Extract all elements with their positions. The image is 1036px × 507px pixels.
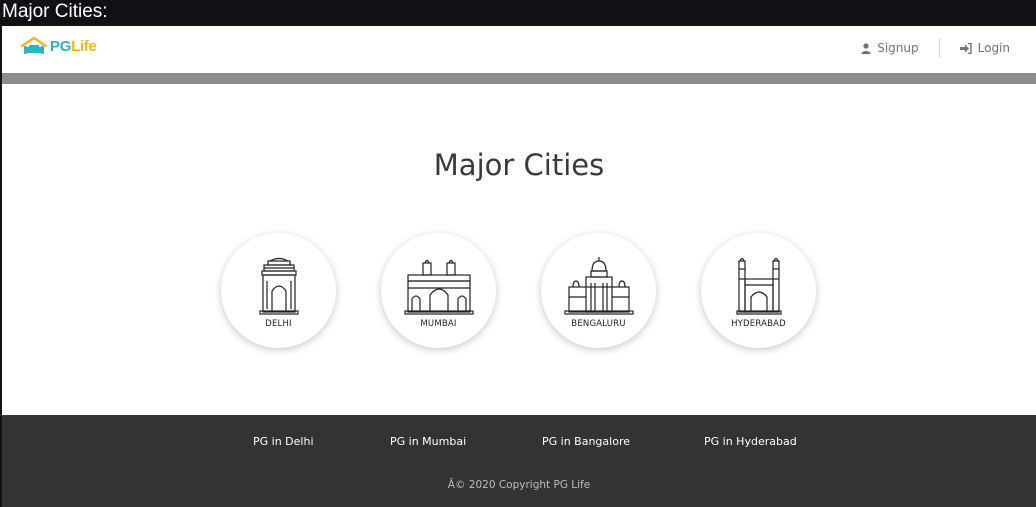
nav-divider xyxy=(938,38,940,58)
city-label-hyderabad: HYDERABAD xyxy=(731,319,786,329)
window-title: Major Cities: xyxy=(2,1,108,22)
city-card-delhi[interactable]: DELHI xyxy=(221,233,336,348)
nav-actions: Signup Login xyxy=(851,38,1020,58)
india-gate-icon xyxy=(258,257,299,315)
copyright-text: Â© 2020 Copyright PG Life xyxy=(447,479,591,491)
house-logo-icon xyxy=(20,36,48,54)
city-label-mumbai: MUMBAI xyxy=(420,319,457,329)
footer-link-delhi[interactable]: PG in Delhi xyxy=(253,435,314,448)
login-label: Login xyxy=(977,41,1010,55)
signup-button[interactable]: Signup xyxy=(851,41,928,55)
footer-link-hyderabad[interactable]: PG in Hyderabad xyxy=(704,435,797,448)
city-card-hyderabad[interactable]: HYDERABAD xyxy=(701,233,816,348)
footer-link-bangalore[interactable]: PG in Bangalore xyxy=(542,435,630,448)
charminar-icon xyxy=(735,257,782,315)
brand-life-text: Life xyxy=(71,38,97,55)
city-card-mumbai[interactable]: MUMBAI xyxy=(381,233,496,348)
brand-pg-text: PG xyxy=(50,38,72,55)
page-banner-strip xyxy=(2,73,1036,84)
brand-name: PGLife xyxy=(50,38,97,56)
city-label-delhi: DELHI xyxy=(265,319,292,329)
city-card-bengaluru[interactable]: BENGALURU xyxy=(541,233,656,348)
city-list: DELHI MUMBAI BENGALURU HYDERABAD xyxy=(221,233,816,348)
footer: PG in Delhi PG in Mumbai PG in Bangalore… xyxy=(2,415,1036,507)
brand-logo[interactable]: PGLife xyxy=(20,36,97,56)
city-label-bengaluru: BENGALURU xyxy=(571,319,626,329)
gateway-of-india-icon xyxy=(403,259,474,315)
signup-label: Signup xyxy=(877,41,919,55)
browser-viewport: PGLife Signup Login Major Cities DELHI M… xyxy=(2,26,1036,507)
navbar: PGLife Signup Login xyxy=(2,26,1036,73)
sign-in-icon xyxy=(959,42,972,54)
footer-link-mumbai[interactable]: PG in Mumbai xyxy=(390,435,466,448)
user-icon xyxy=(861,42,871,54)
vidhana-soudha-icon xyxy=(563,257,634,315)
page-title: Major Cities xyxy=(433,148,605,182)
login-button[interactable]: Login xyxy=(950,41,1020,55)
